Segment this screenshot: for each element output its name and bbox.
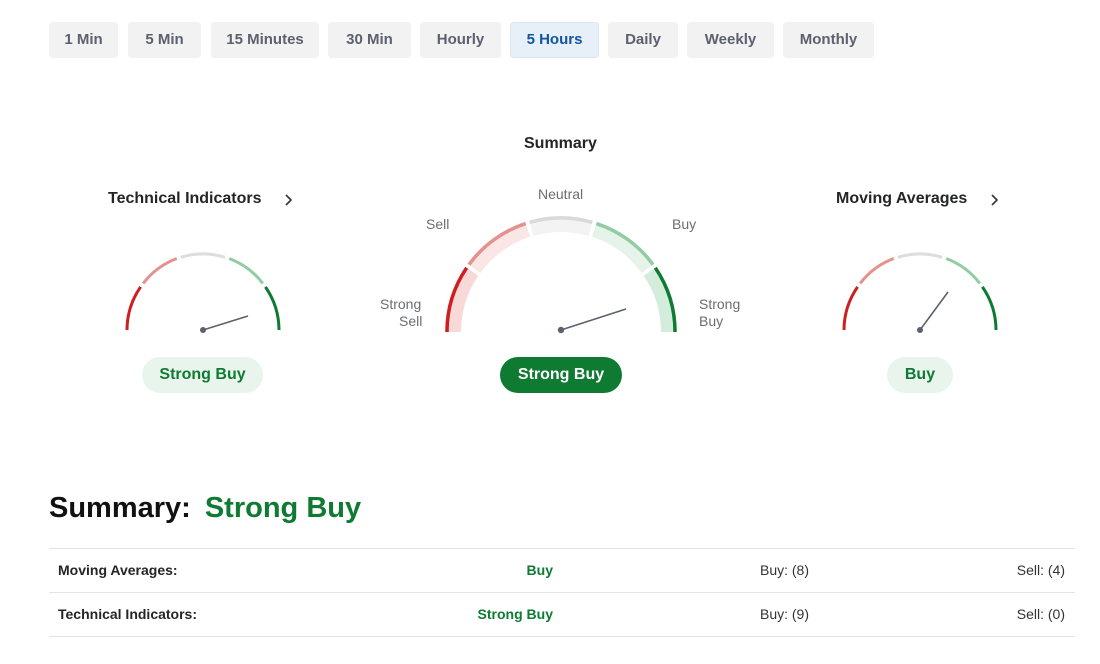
gauge-label-neutral: Neutral xyxy=(538,186,584,202)
gauge-needle xyxy=(560,308,627,331)
gauge-needle xyxy=(919,291,949,331)
row-buy-count: Buy: (9) xyxy=(759,606,809,622)
summary-result-badge: Strong Buy xyxy=(500,357,622,393)
summary-heading-label: Summary: xyxy=(49,492,191,524)
moving-averages-gauge xyxy=(842,252,998,333)
gauge-label-strong-buy-line2: Buy xyxy=(699,313,724,329)
row-name: Technical Indicators: xyxy=(58,606,197,622)
tab-30-min[interactable]: 30 Min xyxy=(328,22,411,58)
table-row: Moving Averages: Buy Buy: (8) Sell: (4) xyxy=(49,548,1075,592)
summary-heading: Summary: Strong Buy xyxy=(49,492,361,525)
gauge-needle-pivot xyxy=(917,327,923,333)
row-name: Moving Averages: xyxy=(58,562,178,578)
tab-5-hours[interactable]: 5 Hours xyxy=(510,22,599,58)
row-signal: Buy xyxy=(526,562,553,578)
gauge-label-strong-sell-line2: Sell xyxy=(399,313,423,329)
gauge-needle-pivot xyxy=(557,326,565,334)
technical-indicators-result-badge: Strong Buy xyxy=(142,357,263,393)
gauge-segment-strong-buy xyxy=(264,286,281,331)
tab-hourly[interactable]: Hourly xyxy=(420,22,501,58)
technical-indicators-gauge xyxy=(125,252,281,333)
gauge-needle-pivot xyxy=(200,327,206,333)
gauge-segment-neutral xyxy=(180,252,226,259)
gauge-band-sell xyxy=(467,221,530,273)
summary-heading-value: Strong Buy xyxy=(204,492,362,524)
gauge-segment-strong-sell xyxy=(842,286,859,331)
technical-indicators-title[interactable]: Technical Indicators xyxy=(108,190,262,208)
chevron-right-icon[interactable] xyxy=(987,192,1003,208)
summary-table: Moving Averages: Buy Buy: (8) Sell: (4) … xyxy=(49,548,1075,637)
gauge-segment-sell xyxy=(142,257,178,285)
tab-15-minutes[interactable]: 15 Minutes xyxy=(211,22,319,58)
gauge-needle xyxy=(202,315,249,331)
gauge-band-buy xyxy=(592,221,655,273)
summary-gauge xyxy=(444,216,678,334)
row-buy-count: Buy: (8) xyxy=(759,562,809,578)
summary-gauge-title: Summary xyxy=(524,135,597,152)
moving-averages-title[interactable]: Moving Averages xyxy=(836,190,967,208)
row-signal: Strong Buy xyxy=(477,606,553,622)
gauge-segment-sell xyxy=(859,257,895,285)
tab-daily[interactable]: Daily xyxy=(608,22,678,58)
moving-averages-result-badge: Buy xyxy=(887,357,953,393)
chevron-right-icon[interactable] xyxy=(281,192,297,208)
gauge-segment-strong-buy xyxy=(981,286,998,331)
tab-1-min[interactable]: 1 Min xyxy=(49,22,118,58)
gauge-label-strong-sell-line1: Strong xyxy=(380,296,422,312)
tab-5-min[interactable]: 5 Min xyxy=(128,22,201,58)
gauge-segment-buy xyxy=(945,257,981,285)
row-sell-count: Sell: (0) xyxy=(1016,606,1065,622)
table-row: Technical Indicators: Strong Buy Buy: (9… xyxy=(49,592,1075,637)
gauge-segment-buy xyxy=(228,257,264,285)
tab-weekly[interactable]: Weekly xyxy=(687,22,774,58)
gauge-segment-strong-sell xyxy=(125,286,142,331)
gauge-label-strong-buy-line1: Strong xyxy=(699,296,741,312)
tab-monthly[interactable]: Monthly xyxy=(783,22,874,58)
gauge-segment-neutral xyxy=(897,252,943,259)
row-sell-count: Sell: (4) xyxy=(1016,562,1065,578)
